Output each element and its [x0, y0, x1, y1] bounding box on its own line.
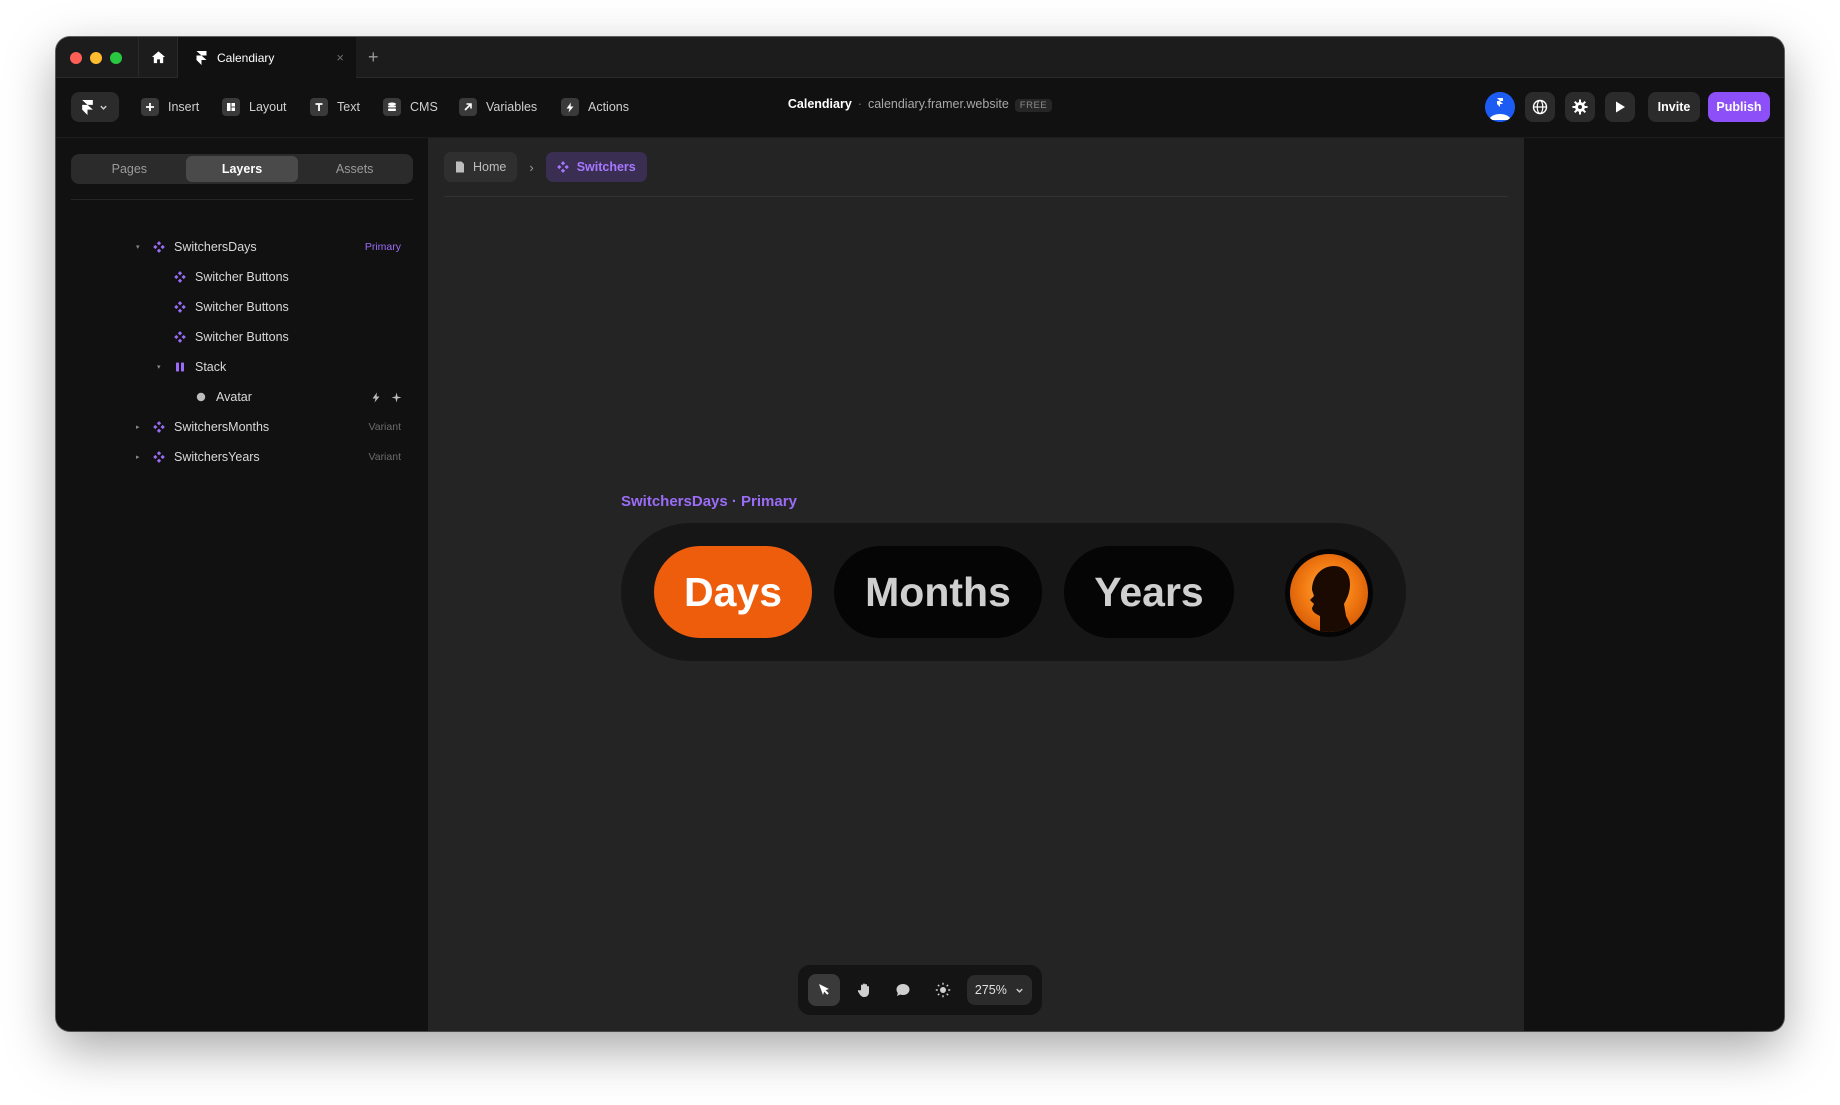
layer-name: Switcher Buttons	[195, 330, 289, 344]
component-icon	[153, 451, 165, 463]
left-panel: Pages Layers Assets ▾ SwitchersDays Prim…	[56, 138, 428, 1031]
document-tab-title: Calendiary	[217, 51, 275, 65]
canvas[interactable]: Home › Switchers SwitchersDays · Primary…	[428, 138, 1524, 1031]
close-window-button[interactable]	[70, 52, 82, 64]
tab-pages[interactable]: Pages	[73, 156, 186, 182]
component-icon	[153, 241, 165, 253]
layer-name: SwitchersYears	[174, 450, 260, 464]
layer-row-switchersyears[interactable]: ▸ SwitchersYears Variant	[56, 442, 428, 472]
layer-name: Switcher Buttons	[195, 300, 289, 314]
maximize-window-button[interactable]	[110, 52, 122, 64]
expand-caret-icon[interactable]: ▸	[136, 453, 144, 461]
layer-row-switchersdays[interactable]: ▾ SwitchersDays Primary	[56, 232, 428, 262]
panel-divider	[71, 199, 413, 200]
select-tool-button[interactable]	[808, 974, 840, 1006]
hand-tool-button[interactable]	[848, 974, 880, 1006]
publish-button[interactable]: Publish	[1708, 92, 1770, 122]
years-switcher-button[interactable]: Years	[1064, 546, 1234, 638]
dot-icon	[195, 391, 207, 403]
layer-tag: Variant	[368, 451, 402, 463]
profile-silhouette-icon	[1310, 566, 1354, 632]
new-tab-button[interactable]: +	[368, 47, 379, 67]
layer-tag: Primary	[364, 241, 401, 253]
canvas-tools: 275%	[798, 965, 1042, 1015]
layer-row-switcher-buttons[interactable]: Switcher Buttons	[56, 262, 428, 292]
project-url[interactable]: calendiary.framer.website	[868, 97, 1009, 111]
app-window: Calendiary × + Insert Layout Text CMS Va	[56, 37, 1784, 1031]
home-tab[interactable]	[138, 37, 178, 78]
theme-toggle-button[interactable]	[927, 974, 959, 1006]
layer-name: Switcher Buttons	[195, 270, 289, 284]
tab-assets[interactable]: Assets	[298, 156, 411, 182]
component-icon	[174, 271, 186, 283]
layer-tag: Variant	[368, 421, 402, 433]
layer-name: SwitchersDays	[174, 240, 257, 254]
user-avatar[interactable]	[1485, 92, 1515, 122]
expand-caret-icon[interactable]: ▾	[157, 363, 165, 371]
component-icon	[556, 161, 569, 173]
zoom-select[interactable]: 275%	[966, 975, 1032, 1005]
zoom-level: 275%	[974, 983, 1007, 997]
breadcrumb-home-label: Home	[473, 160, 507, 174]
layer-row-switchersmonths[interactable]: ▸ SwitchersMonths Variant	[56, 412, 428, 442]
breadcrumb-current-label: Switchers	[576, 160, 636, 174]
layer-name: Stack	[195, 360, 227, 374]
months-switcher-button[interactable]: Months	[834, 546, 1042, 638]
layer-name: SwitchersMonths	[174, 420, 270, 434]
plan-badge: FREE	[1014, 99, 1053, 112]
main-toolbar: Insert Layout Text CMS Variables Actions…	[56, 78, 1784, 138]
switcher-component[interactable]: Days Months Years	[621, 523, 1406, 661]
expand-caret-icon[interactable]: ▾	[136, 243, 144, 251]
gear-icon	[1572, 99, 1588, 115]
breadcrumb: Home › Switchers	[444, 152, 647, 182]
framer-logo-icon	[196, 51, 207, 65]
user-avatar-icon	[1485, 92, 1515, 122]
globe-icon	[1532, 99, 1548, 115]
breadcrumb-switchers[interactable]: Switchers	[545, 152, 647, 182]
expand-caret-icon[interactable]: ▸	[136, 423, 144, 431]
layer-row-avatar[interactable]: Avatar	[56, 382, 428, 412]
component-frame-label[interactable]: SwitchersDays · Primary	[621, 493, 797, 510]
layer-row-switcher-buttons[interactable]: Switcher Buttons	[56, 322, 428, 352]
globe-button[interactable]	[1525, 92, 1555, 122]
tab-layers[interactable]: Layers	[185, 156, 299, 182]
settings-button[interactable]	[1565, 92, 1595, 122]
project-name: Calendiary	[787, 97, 852, 111]
comment-tool-button[interactable]	[887, 974, 919, 1006]
breadcrumb-separator: ›	[529, 159, 534, 175]
chevron-down-icon	[1016, 988, 1023, 993]
title-separator: ·	[857, 97, 862, 111]
layer-row-stack[interactable]: ▾ Stack	[56, 352, 428, 382]
canvas-divider	[444, 196, 1508, 197]
days-switcher-button[interactable]: Days	[654, 546, 812, 638]
avatar-image	[1290, 554, 1368, 632]
invite-button[interactable]: Invite	[1648, 92, 1700, 122]
comment-icon	[896, 984, 910, 996]
stack-icon	[174, 361, 186, 373]
document-tab[interactable]: Calendiary ×	[178, 37, 356, 79]
tab-bar: Calendiary × +	[56, 37, 1784, 79]
layer-row-switcher-buttons[interactable]: Switcher Buttons	[56, 292, 428, 322]
breadcrumb-home[interactable]: Home	[444, 152, 518, 182]
minimize-window-button[interactable]	[90, 52, 102, 64]
sparkle-icon[interactable]	[391, 392, 402, 403]
panel-tabs: Pages Layers Assets	[71, 154, 413, 184]
play-icon	[1616, 101, 1625, 113]
home-icon	[151, 51, 165, 64]
avatar[interactable]	[1285, 549, 1373, 637]
page-icon	[455, 161, 465, 173]
layer-name: Avatar	[216, 390, 252, 404]
hand-icon	[857, 983, 869, 997]
component-icon	[153, 421, 165, 433]
layer-actions	[371, 392, 402, 403]
close-tab-icon[interactable]: ×	[336, 50, 344, 65]
sun-icon	[935, 982, 951, 998]
properties-panel	[1524, 138, 1784, 1031]
preview-button[interactable]	[1605, 92, 1635, 122]
component-icon	[174, 301, 186, 313]
component-icon	[174, 331, 186, 343]
cursor-icon	[818, 984, 829, 995]
lightning-icon[interactable]	[371, 392, 381, 403]
